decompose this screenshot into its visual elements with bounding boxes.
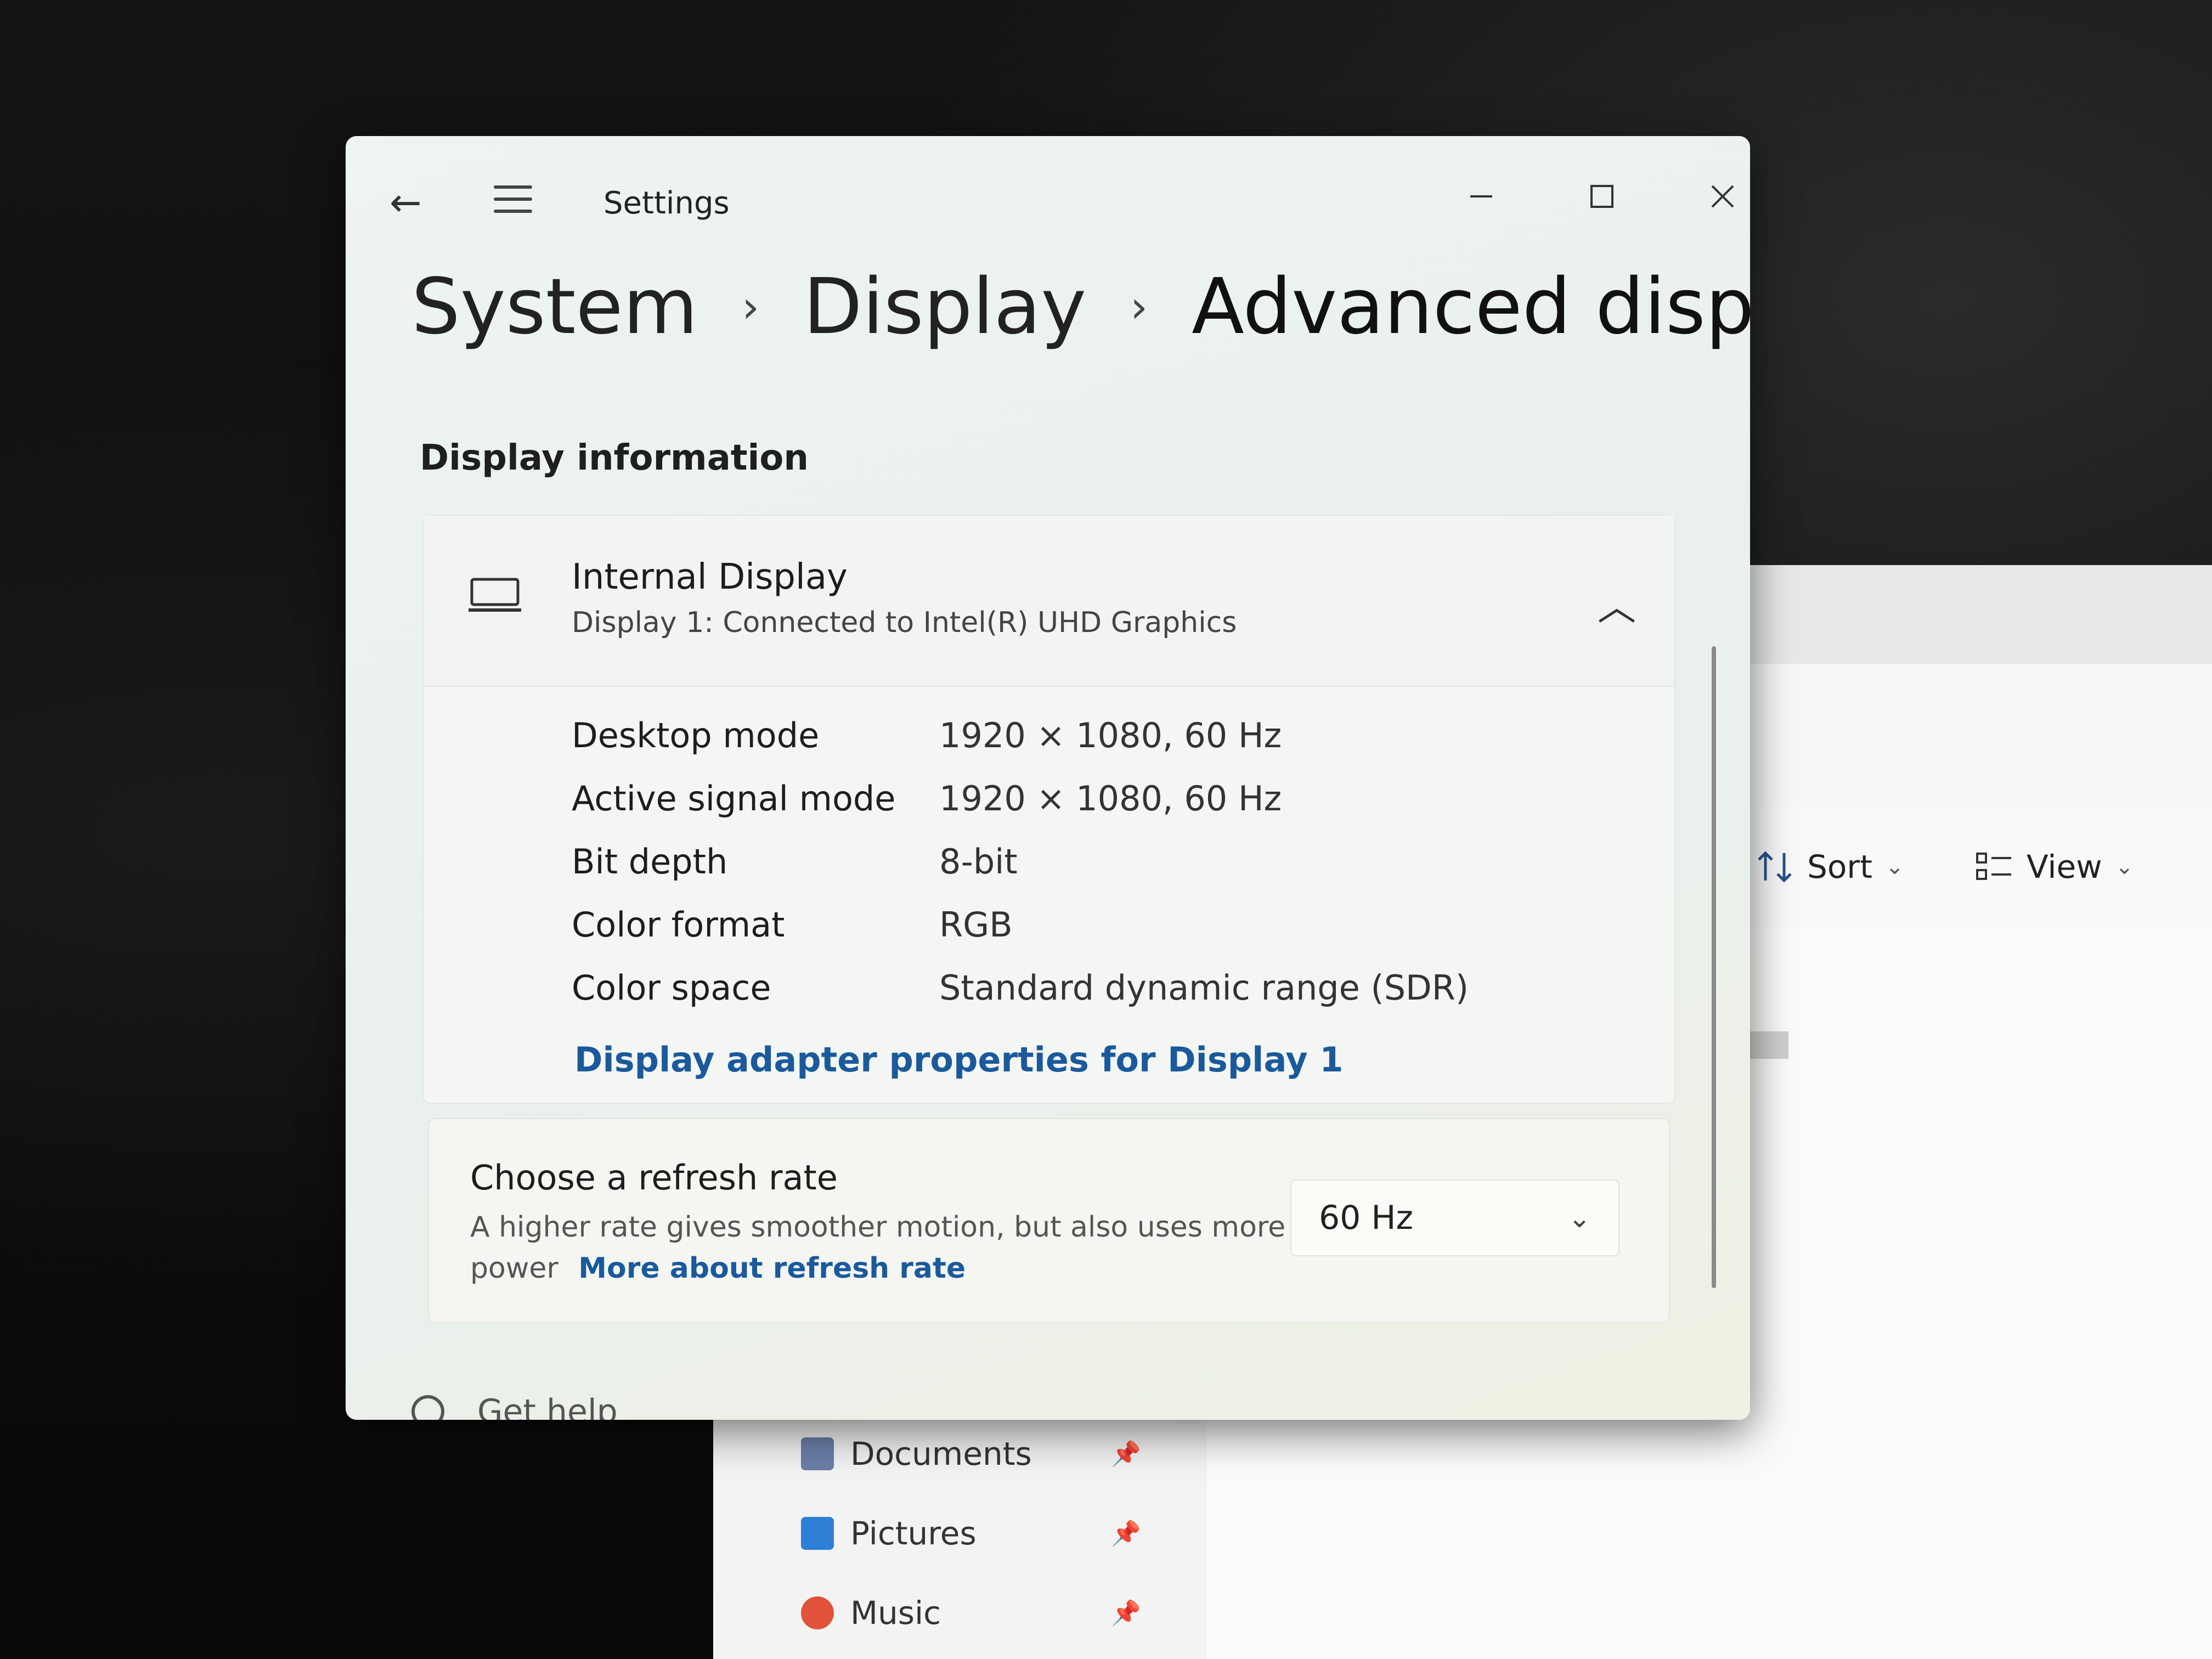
view-button[interactable]: View ⌄ xyxy=(1975,839,2134,894)
minimize-icon xyxy=(1470,195,1492,198)
close-icon xyxy=(1711,185,1734,208)
info-key: Active signal mode xyxy=(572,778,896,819)
info-row: Bit depth 8-bit xyxy=(572,831,1614,891)
info-key: Color format xyxy=(572,904,785,945)
nav-item-label: Documents xyxy=(850,1435,1032,1472)
settings-titlebar[interactable]: ← Settings xyxy=(346,136,1750,246)
chevron-up-icon[interactable]: ︿ xyxy=(1598,576,1636,631)
info-row: Active signal mode 1920 × 1080, 60 Hz xyxy=(572,768,1614,828)
pin-icon[interactable]: 📌 xyxy=(1111,1599,1141,1627)
info-value: 1920 × 1080, 60 Hz xyxy=(939,715,1282,755)
info-value: Standard dynamic range (SDR) xyxy=(939,967,1469,1008)
display-subtitle: Display 1: Connected to Intel(R) UHD Gra… xyxy=(572,606,1237,639)
documents-folder-icon xyxy=(801,1437,834,1470)
breadcrumb-display[interactable]: Display xyxy=(803,262,1086,352)
sort-icon xyxy=(1756,850,1794,883)
breadcrumb: System › Display › Advanced display xyxy=(411,262,1750,352)
info-value: 1920 × 1080, 60 Hz xyxy=(939,778,1282,819)
more-about-refresh-rate-link[interactable]: More about refresh rate xyxy=(578,1252,966,1285)
music-folder-icon xyxy=(801,1596,834,1629)
nav-item-music[interactable]: Music 📌 xyxy=(801,1585,1141,1640)
nav-item-documents[interactable]: Documents 📌 xyxy=(801,1426,1141,1481)
pictures-folder-icon xyxy=(801,1517,834,1550)
nav-item-label: Pictures xyxy=(850,1515,977,1552)
refresh-rate-card: Choose a refresh rate A higher rate give… xyxy=(428,1118,1670,1323)
info-key: Color space xyxy=(572,967,771,1008)
chevron-down-icon: ⌄ xyxy=(1568,1202,1591,1234)
breadcrumb-system[interactable]: System xyxy=(411,262,698,352)
chevron-down-icon: ⌄ xyxy=(1885,854,1904,879)
info-row: Desktop mode 1920 × 1080, 60 Hz xyxy=(572,705,1614,765)
refresh-rate-title: Choose a refresh rate xyxy=(470,1158,838,1198)
scrollbar[interactable] xyxy=(1712,646,1716,1288)
maximize-button[interactable] xyxy=(1569,169,1635,224)
breadcrumb-advanced-display: Advanced display xyxy=(1192,262,1750,352)
close-button[interactable] xyxy=(1690,169,1750,224)
maximize-icon xyxy=(1590,185,1613,208)
nav-item-pictures[interactable]: Pictures 📌 xyxy=(801,1506,1141,1561)
display-info-card: Internal Display Display 1: Connected to… xyxy=(422,515,1675,1104)
laptop-display-icon xyxy=(467,576,522,617)
pin-icon[interactable]: 📌 xyxy=(1111,1440,1141,1468)
display-info-header[interactable]: Internal Display Display 1: Connected to… xyxy=(424,516,1674,687)
info-row: Color format RGB xyxy=(572,894,1614,955)
refresh-rate-description: A higher rate gives smoother motion, but… xyxy=(470,1207,1293,1289)
info-row: Color space Standard dynamic range (SDR) xyxy=(572,957,1614,1018)
display-adapter-properties-link[interactable]: Display adapter properties for Display 1 xyxy=(574,1040,1344,1080)
info-key: Desktop mode xyxy=(572,715,820,755)
info-value: RGB xyxy=(939,904,1013,945)
back-arrow-icon[interactable]: ← xyxy=(390,180,422,225)
explorer-nav-pane: Documents 📌 Pictures 📌 Music 📌 xyxy=(713,1393,1207,1659)
get-help-link[interactable]: Get help xyxy=(411,1392,618,1420)
display-name: Internal Display xyxy=(572,557,848,597)
refresh-rate-dropdown[interactable]: 60 Hz ⌄ xyxy=(1290,1180,1620,1256)
settings-window[interactable]: ← Settings System › Display › Advanced d… xyxy=(346,136,1750,1420)
chevron-down-icon: ⌄ xyxy=(2115,854,2134,879)
info-key: Bit depth xyxy=(572,841,728,882)
get-help-label: Get help xyxy=(477,1392,618,1420)
app-title: Settings xyxy=(603,185,730,221)
info-value: 8-bit xyxy=(939,841,1018,882)
pin-icon[interactable]: 📌 xyxy=(1111,1519,1141,1548)
section-title: Display information xyxy=(420,438,809,478)
chevron-right-icon: › xyxy=(742,281,760,332)
nav-item-label: Music xyxy=(850,1594,941,1632)
hamburger-menu-icon[interactable] xyxy=(494,185,532,222)
chevron-right-icon: › xyxy=(1130,281,1148,332)
view-label: View xyxy=(2027,848,2102,885)
help-icon xyxy=(411,1395,444,1420)
sort-label: Sort xyxy=(1807,848,1872,885)
minimize-button[interactable] xyxy=(1448,169,1514,224)
sort-button[interactable]: Sort ⌄ xyxy=(1756,839,1904,894)
refresh-rate-value: 60 Hz xyxy=(1319,1199,1414,1237)
view-icon xyxy=(1975,850,2013,883)
